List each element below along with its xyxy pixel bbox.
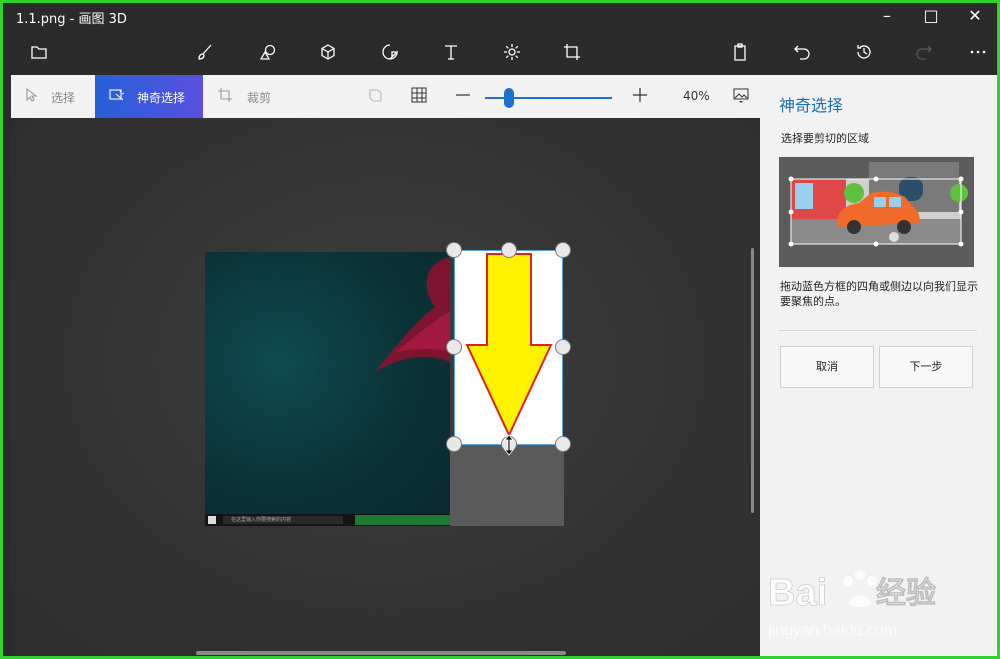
cube-3d-icon [321,44,335,60]
panel-subtitle: 选择要剪切的区域 [781,132,869,145]
minus-icon [456,94,470,96]
car-illustration [779,157,974,267]
baidu-watermark-logo: Bai 经验 jingyan.baidu.com [768,570,936,639]
stickers-button[interactable] [375,37,405,67]
grid-icon [411,87,427,103]
undo-button[interactable] [787,37,817,67]
grid-button[interactable] [407,75,431,118]
resize-handle-top-right[interactable] [555,242,571,258]
panel-divider [779,330,977,331]
image-icon [733,88,749,103]
paste-icon [734,43,746,61]
magic-select-tool[interactable]: 神奇选择 [95,75,203,118]
vertical-scrollbar[interactable] [751,248,754,513]
more-icon [970,50,986,54]
view-3d-icon [369,89,382,102]
text-icon [445,45,457,60]
view-3d-button[interactable] [363,75,387,118]
windows-icon [208,516,216,524]
horizontal-scrollbar[interactable] [196,651,566,655]
panel-title: 神奇选择 [779,96,844,115]
svg-text:经验: 经验 [876,576,936,610]
red-flower-shape [375,257,450,372]
resize-handle-top[interactable] [501,242,517,258]
zoom-percent: 40% [683,89,710,103]
resize-handle-bottom-left[interactable] [446,436,462,452]
next-button[interactable]: 下一步 [879,346,973,388]
undo-icon [794,45,810,60]
main-toolbar [3,29,997,75]
taskbar: 在这里输入你要搜索的内容 [205,514,450,526]
resize-cursor-icon [504,434,514,456]
down-arrow-graphic [465,253,553,438]
svg-text:Bai: Bai [768,572,827,614]
shapes-2d-icon [259,44,276,60]
effects-icon [504,44,520,60]
zoom-in-button[interactable] [628,75,652,118]
stickers-icon [382,44,398,60]
resize-handle-left[interactable] [446,339,462,355]
zoom-slider-thumb[interactable] [504,88,514,108]
selection-toolbar: 选择 神奇选择 裁剪 40% [11,75,760,118]
close-button[interactable]: ✕ [953,3,997,29]
select-tool[interactable]: 选择 [11,75,95,118]
crop-canvas-icon [564,44,580,60]
window-title: 1.1.png - 画图 3D [16,12,127,27]
magic-select-icon [109,89,125,101]
taskbar-search: 在这里输入你要搜索的内容 [223,516,343,524]
title-bar: 1.1.png - 画图 3D – □ ✕ [3,3,997,29]
minimize-button[interactable]: – [865,3,909,29]
watermark-url: jingyan.baidu.com [768,622,897,639]
text-button[interactable] [436,37,466,67]
select-label: 选择 [51,91,76,105]
taskbar-apps [355,515,450,525]
crop-tool[interactable]: 裁剪 [203,75,293,118]
brushes-button[interactable] [190,37,220,67]
shapes-3d-button[interactable] [313,37,343,67]
paste-button[interactable] [725,37,755,67]
zoom-out-button[interactable] [451,75,475,118]
maximize-button[interactable]: □ [909,3,953,29]
effects-button[interactable] [497,37,527,67]
folder-icon [31,46,47,59]
resize-handle-bottom-right[interactable] [555,436,571,452]
shapes-2d-button[interactable] [253,37,283,67]
panel-description: 拖动蓝色方框的四角或侧边以向我们显示要聚焦的点。 [780,280,978,308]
redo-button[interactable] [909,37,939,67]
resize-handle-top-left[interactable] [446,242,462,258]
tutorial-thumbnail [779,157,974,267]
magic-selection-box[interactable] [454,250,563,445]
history-button[interactable] [849,37,879,67]
history-icon [857,45,871,59]
cancel-button[interactable]: 取消 [780,346,874,388]
canvas-area[interactable]: 在这里输入你要搜索的内容 [11,118,760,656]
brush-icon [198,44,212,60]
crop-label: 裁剪 [247,91,272,105]
menu-folder-button[interactable] [24,37,54,67]
canvas-button[interactable] [557,37,587,67]
resize-handle-right[interactable] [555,339,571,355]
canvas-image: 在这里输入你要搜索的内容 [205,252,450,526]
plus-icon [633,88,647,102]
cursor-icon [26,87,38,102]
redo-icon [916,45,932,60]
background-image-button[interactable] [729,75,753,118]
crop-icon [218,88,232,102]
more-button[interactable] [963,37,993,67]
magic-select-label: 神奇选择 [137,91,186,105]
